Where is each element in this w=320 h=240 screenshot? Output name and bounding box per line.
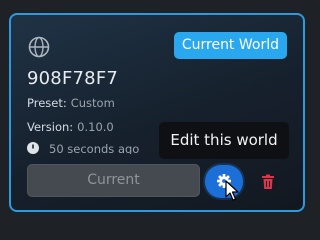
- world-card: Current World 908F78F7 Preset: Custom Ver…: [9, 13, 305, 212]
- trash-icon[interactable]: [261, 174, 275, 190]
- current-button[interactable]: Current: [27, 164, 200, 197]
- preset-value: Custom: [70, 96, 115, 110]
- current-world-badge: Current World: [173, 32, 287, 59]
- version-value: 0.10.0: [77, 120, 114, 134]
- world-id: 908F78F7: [27, 68, 119, 89]
- globe-icon: [28, 36, 50, 58]
- clock-icon: [27, 142, 39, 154]
- tooltip: Edit this world: [159, 122, 289, 159]
- version-label: Version:: [27, 120, 74, 134]
- last-played-row: 50 seconds ago: [27, 142, 139, 154]
- mouse-cursor-icon: [225, 180, 239, 201]
- last-played-text: 50 seconds ago: [49, 142, 140, 154]
- preset-row: Preset: Custom: [27, 96, 115, 110]
- version-row: Version: 0.10.0: [27, 120, 114, 134]
- preset-label: Preset:: [27, 96, 67, 110]
